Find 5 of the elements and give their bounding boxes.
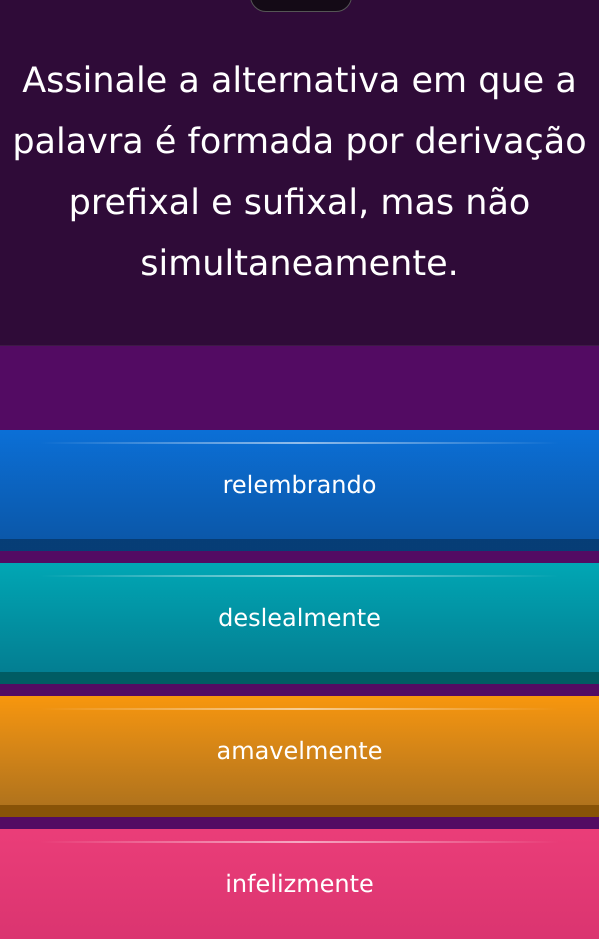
answer-option[interactable]: amavelmente <box>0 696 599 817</box>
question-text: Assinale a alternativa em que a palavra é formada por derivação prefixal e sufixal, mas não simultaneamente. <box>11 60 588 286</box>
answer-option[interactable]: relembrando <box>0 430 599 551</box>
answer-option[interactable]: deslealmente <box>0 563 599 684</box>
answer-option[interactable]: infelizmente <box>0 829 599 939</box>
